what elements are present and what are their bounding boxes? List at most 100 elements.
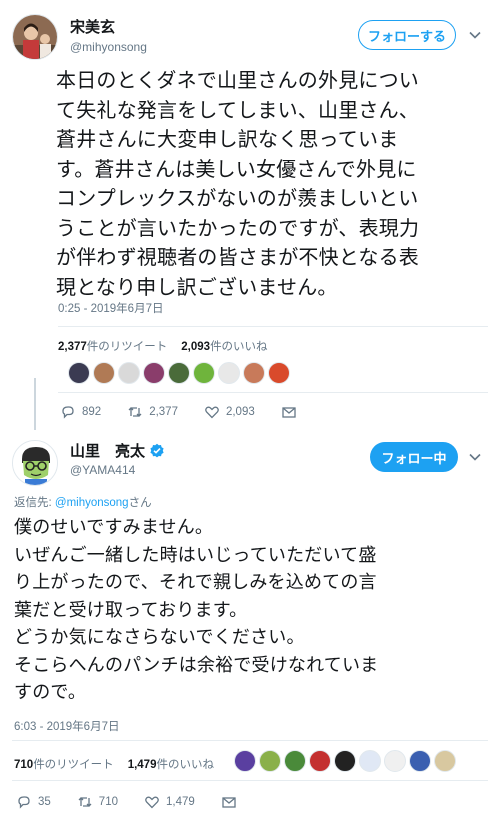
tweet-text-line: どうか気になさらないでください。	[14, 627, 305, 648]
tweet-actions: 892 2,377 2,093	[60, 404, 323, 420]
reply-button[interactable]: 35	[16, 794, 51, 810]
divider	[58, 326, 488, 327]
envelope-icon	[222, 797, 236, 808]
retweet-icon	[78, 797, 92, 807]
liker-avatar[interactable]	[243, 362, 265, 384]
like-count: 2,093	[181, 341, 211, 353]
reply-button[interactable]: 892	[60, 404, 101, 420]
envelope-icon	[282, 407, 296, 418]
follow-button[interactable]: フォローする	[358, 20, 456, 50]
avatar-mihyonsong[interactable]	[12, 14, 58, 60]
liker-avatar[interactable]	[259, 750, 281, 772]
like-label: 件のいいね	[210, 341, 268, 353]
reply-to-label: 返信先: @mihyonsongさん	[14, 494, 152, 510]
retweet-icon	[128, 407, 142, 417]
tweet-text-line: り上がったので、それで親しみを込めての言	[14, 572, 377, 593]
reply-count: 35	[38, 796, 51, 808]
tweet-text-line: が伴わず視聴者の皆さまが不快となる表	[56, 245, 419, 269]
liker-avatar[interactable]	[284, 750, 306, 772]
user-handle[interactable]: @mihyonsong	[70, 40, 147, 54]
tweet-original: 宋美玄 @mihyonsong フォローする 本日のとくダネで山里さんの外見につ…	[0, 0, 500, 428]
reply-icon	[62, 406, 74, 419]
like-action-count: 2,093	[225, 406, 255, 418]
tweet-text-line: うことが言いたかったのですが、表現力	[56, 215, 420, 240]
retweet-stat[interactable]: 2,377件のリツイート	[58, 338, 167, 354]
tweet-text-line: 葉だと受け取っております。	[14, 599, 248, 621]
tweet-text-line: す。蒼井さんは美しい女優さんで外見に	[56, 156, 417, 181]
display-name-text: 宋美玄	[70, 18, 116, 36]
liker-avatar[interactable]	[168, 362, 190, 384]
reply-to-prefix: 返信先:	[14, 497, 55, 509]
tweet-text-line: 僕のせいですみません。	[14, 517, 214, 538]
retweet-action-count: 710	[98, 796, 118, 808]
tweet-text-line: 現となり申し訳ございません。	[56, 274, 338, 299]
liker-avatars	[234, 750, 456, 772]
tweet-text-line: 蒼井さんに大変申し訳なく思っていま	[56, 127, 399, 151]
like-stat[interactable]: 1,479件のいいね	[128, 756, 214, 772]
tweet-text-line: コンプレックスがないのが羨ましいとい	[56, 186, 419, 210]
reply-count: 892	[82, 406, 102, 418]
retweet-count: 710	[14, 759, 34, 771]
retweet-label: 件のリツイート	[86, 341, 168, 353]
tweet-stats: 2,377件のリツイート 2,093件のいいね	[58, 338, 268, 354]
display-name-text: 山里 亮太	[70, 442, 146, 460]
liker-avatar[interactable]	[434, 750, 456, 772]
liker-avatar[interactable]	[143, 362, 165, 384]
tweet-text-line: そこらへんのパンチは余裕で受けなれていま	[14, 654, 379, 676]
divider	[12, 780, 488, 781]
liker-avatar[interactable]	[268, 362, 290, 384]
divider	[58, 392, 488, 393]
tweet-timestamp[interactable]: 0:25 - 2019年6月7日	[58, 300, 163, 316]
tweet-text-line: て失礼な発言をしてしまい、山里さん、	[56, 97, 419, 122]
reply-to-suffix: さん	[128, 497, 152, 509]
tweet-text-line: いぜんご一緒した時はいじっていただいて盛	[14, 544, 377, 566]
reply-to-handle-link[interactable]: @mihyonsong	[55, 497, 129, 509]
user-handle[interactable]: @YAMA414	[70, 463, 135, 477]
verified-badge-icon	[150, 443, 164, 457]
tweet-text: 僕のせいですみません。 いぜんご一緒した時はいじっていただいて盛 り上がったので…	[14, 514, 378, 707]
liker-avatar[interactable]	[218, 362, 240, 384]
liker-avatar[interactable]	[309, 750, 331, 772]
avatar-yama414[interactable]	[12, 440, 58, 486]
reply-icon	[18, 796, 30, 809]
tweet-actions: 35 710 1,479	[16, 794, 263, 810]
tweet-text: 本日のとくダネで山里さんの外見につい て失礼な発言をしてしまい、山里さん、 蒼井…	[56, 66, 419, 302]
retweet-stat[interactable]: 710件のリツイート	[14, 756, 114, 772]
tweet-timestamp[interactable]: 6:03 - 2019年6月7日	[14, 718, 119, 734]
like-stat[interactable]: 2,093件のいいね	[181, 338, 267, 354]
liker-avatar[interactable]	[93, 362, 115, 384]
tweet-text-line: すので。	[14, 682, 87, 703]
liker-avatar[interactable]	[68, 362, 90, 384]
liker-avatar[interactable]	[334, 750, 356, 772]
display-name[interactable]: 山里 亮太	[70, 440, 165, 461]
direct-message-button[interactable]	[221, 794, 237, 810]
following-button[interactable]: フォロー中	[370, 442, 458, 472]
display-name[interactable]: 宋美玄	[70, 16, 115, 37]
liker-avatar[interactable]	[234, 750, 256, 772]
tweet-text-line: 本日のとくダネで山里さんの外見につい	[56, 68, 419, 92]
tweet-reply: 山里 亮太 @YAMA414 フォロー中 返信先: @mihyonsongさん …	[0, 428, 500, 816]
retweet-count: 2,377	[58, 341, 87, 353]
like-label: 件のいいね	[156, 759, 214, 771]
liker-avatar[interactable]	[409, 750, 431, 772]
tweet-stats: 710件のリツイート 1,479件のいいね	[14, 756, 214, 772]
like-button[interactable]: 2,093	[204, 404, 255, 420]
like-button[interactable]: 1,479	[144, 794, 195, 810]
liker-avatar[interactable]	[118, 362, 140, 384]
liker-avatar[interactable]	[359, 750, 381, 772]
retweet-action-count: 2,377	[149, 406, 178, 418]
divider	[12, 740, 488, 741]
liker-avatar[interactable]	[193, 362, 215, 384]
chevron-down-icon[interactable]	[468, 450, 482, 464]
like-action-count: 1,479	[165, 796, 195, 808]
retweet-label: 件のリツイート	[33, 759, 114, 771]
heart-icon	[145, 796, 159, 809]
like-count: 1,479	[127, 759, 157, 771]
chevron-down-icon[interactable]	[468, 28, 482, 42]
liker-avatar[interactable]	[384, 750, 406, 772]
liker-avatars	[68, 362, 290, 384]
retweet-button[interactable]: 2,377	[127, 404, 178, 420]
heart-icon	[205, 406, 219, 419]
direct-message-button[interactable]	[281, 404, 297, 420]
retweet-button[interactable]: 710	[77, 794, 118, 810]
